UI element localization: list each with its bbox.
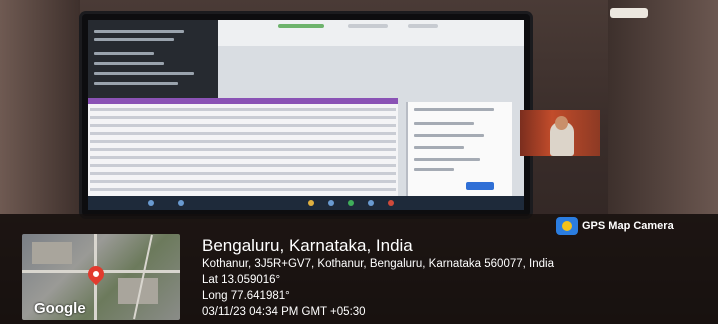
spreadsheet-row: [90, 180, 396, 183]
spreadsheet-row: [90, 108, 396, 111]
panel-text-line: [94, 82, 178, 85]
wall-right: [608, 0, 718, 230]
taskbar-icon: [388, 200, 394, 206]
spreadsheet-row: [90, 172, 396, 175]
spreadsheet-row: [90, 140, 396, 143]
spreadsheet-row: [90, 116, 396, 119]
dialog-text-line: [414, 134, 484, 137]
taskbar-icon: [178, 200, 184, 206]
app-ribbon: [218, 20, 524, 46]
taskbar-icon: [308, 200, 314, 206]
location-info: Bengaluru, Karnataka, India Kothanur, 3J…: [202, 236, 714, 320]
taskbar-icon: [348, 200, 354, 206]
spreadsheet-header: [88, 98, 398, 104]
city-title: Bengaluru, Karnataka, India: [202, 236, 413, 255]
panel-text-line: [94, 72, 194, 75]
ribbon-highlight: [278, 24, 324, 28]
wall-left: [0, 0, 80, 230]
dialog-text-line: [414, 122, 474, 125]
spreadsheet-row: [90, 148, 396, 151]
settings-dialog: [406, 102, 512, 196]
monitor-screen: [88, 20, 524, 196]
dialog-ok-button: [466, 182, 494, 190]
datetime-text: 03/11/23 04:34 PM GMT +05:30: [202, 306, 366, 318]
map-building: [32, 242, 72, 264]
dialog-text-line: [414, 108, 494, 111]
panel-text-line: [94, 52, 154, 55]
latitude-text: Lat 13.059016°: [202, 274, 281, 286]
panel-text-line: [94, 62, 164, 65]
spreadsheet-row: [90, 124, 396, 127]
spreadsheet-row: [90, 164, 396, 167]
map-road: [133, 234, 153, 320]
taskbar-icon: [148, 200, 154, 206]
longitude-text: Long 77.641981°: [202, 290, 290, 302]
ribbon-item: [408, 24, 438, 28]
ribbon-item: [348, 24, 388, 28]
spreadsheet: [88, 98, 398, 196]
dialog-text-line: [414, 146, 464, 149]
address-text: Kothanur, 3J5R+GV7, Kothanur, Bengaluru,…: [202, 258, 554, 270]
ceiling-light: [610, 8, 648, 18]
dialog-text-line: [414, 158, 480, 161]
map-brand-label: Google: [34, 300, 86, 317]
taskbar-icon: [368, 200, 374, 206]
panel-text-line: [94, 38, 174, 41]
gps-map-camera-icon: [556, 217, 578, 235]
taskbar: [88, 196, 524, 210]
spreadsheet-row: [90, 188, 396, 191]
spreadsheet-row: [90, 132, 396, 135]
spreadsheet-row: [90, 156, 396, 159]
badge-label: GPS Map Camera: [582, 220, 674, 232]
gps-badge: GPS Map Camera: [556, 217, 674, 235]
person-head: [555, 116, 568, 130]
dialog-text-line: [414, 168, 454, 171]
panel-text-line: [94, 30, 184, 33]
taskbar-icon: [328, 200, 334, 206]
participant-video: [520, 110, 600, 156]
